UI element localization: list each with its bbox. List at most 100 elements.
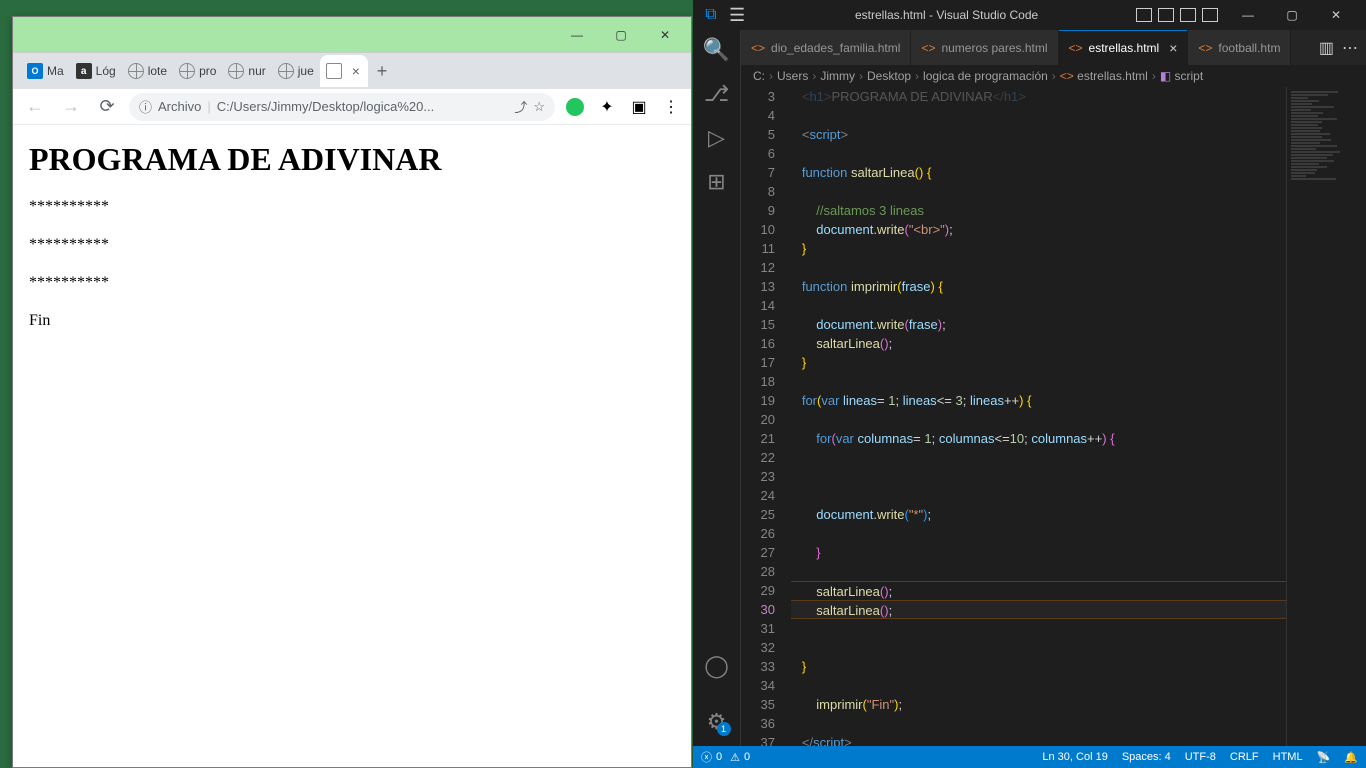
layout-icon[interactable] <box>1136 8 1152 22</box>
fin-text: Fin <box>29 312 675 330</box>
code-editor[interactable]: 3456789101112131415161718192021222324252… <box>741 87 1366 746</box>
browser-tab[interactable]: OMa <box>21 55 70 87</box>
minimize-button[interactable]: — <box>555 19 599 51</box>
search-icon[interactable]: 🔍 <box>705 38 729 62</box>
minimize-button[interactable]: — <box>1226 0 1270 30</box>
encoding[interactable]: UTF-8 <box>1185 751 1216 763</box>
editor-tab[interactable]: <> numeros pares.html <box>911 30 1058 65</box>
close-icon[interactable]: × <box>1169 40 1177 56</box>
address-bar[interactable]: ⓘ Archivo | C:/Users/Jimmy/Desktop/logic… <box>129 93 555 121</box>
browser-tab[interactable]: lote <box>122 55 173 87</box>
tab-label: nur <box>248 64 265 78</box>
share-icon[interactable]: ⤴ <box>514 97 527 116</box>
indentation[interactable]: Spaces: 4 <box>1122 751 1171 763</box>
chrome-menu-icon[interactable]: ⋮ <box>659 95 683 119</box>
chrome-titlebar[interactable]: — ▢ ✕ <box>13 17 691 53</box>
activity-bar: 🔍 ⎇ ▷ ⊞ ◯ ⚙1 <box>693 30 741 746</box>
browser-tab[interactable]: × <box>320 55 368 87</box>
editor-tabs: <>dio_edades_familia.html<>numeros pares… <box>741 30 1366 65</box>
breadcrumb-item[interactable]: <> estrellas.html <box>1060 69 1148 83</box>
layout-controls[interactable] <box>1136 8 1218 22</box>
reload-button[interactable]: ⟳ <box>93 93 121 121</box>
page-content: PROGRAMA DE ADIVINAR ********** ********… <box>13 125 691 767</box>
run-debug-icon[interactable]: ▷ <box>705 126 729 150</box>
stars-row-3: ********** <box>29 274 675 292</box>
browser-tab[interactable]: jue <box>272 55 320 87</box>
back-button[interactable]: ← <box>21 93 49 121</box>
feedback-icon[interactable]: 📡 <box>1317 751 1331 764</box>
breadcrumb-item[interactable]: Jimmy <box>820 69 855 83</box>
breadcrumb-item[interactable]: ◧ script <box>1160 69 1203 83</box>
chrome-tabstrip: OMaaLóg lote pro nur jue × + <box>13 53 691 89</box>
cursor-position[interactable]: Ln 30, Col 19 <box>1042 751 1107 763</box>
language-mode[interactable]: HTML <box>1273 751 1303 763</box>
close-button[interactable]: ✕ <box>643 19 687 51</box>
tab-label: numeros pares.html <box>941 41 1047 55</box>
source-control-icon[interactable]: ⎇ <box>705 82 729 106</box>
breadcrumbs[interactable]: C:›Users›Jimmy›Desktop›logica de program… <box>741 65 1366 87</box>
close-icon[interactable]: × <box>350 63 362 79</box>
minimap[interactable] <box>1286 87 1366 746</box>
vscode-logo-icon: ⧉ <box>701 5 721 25</box>
tab-label: jue <box>298 64 314 78</box>
html-file-icon: <> <box>921 41 935 55</box>
reading-list-icon[interactable]: ▣ <box>627 95 651 119</box>
html-file-icon: <> <box>1069 41 1083 55</box>
breadcrumb-item[interactable]: logica de programación <box>923 69 1048 83</box>
editor-tab[interactable]: <>dio_edades_familia.html <box>741 30 911 65</box>
extensions-icon[interactable]: ✦ <box>595 95 619 119</box>
code-area[interactable]: <h1>PROGRAMA DE ADIVINAR</h1> <script> f… <box>791 87 1286 746</box>
html-file-icon: <> <box>1060 69 1074 83</box>
symbol-icon: ◧ <box>1160 69 1171 83</box>
tab-label: Lóg <box>96 64 116 78</box>
forward-button[interactable]: → <box>57 93 85 121</box>
vscode-titlebar[interactable]: ⧉ ☰ estrellas.html - Visual Studio Code … <box>693 0 1366 30</box>
layout-icon[interactable] <box>1180 8 1196 22</box>
browser-tab[interactable]: aLóg <box>70 55 122 87</box>
stars-row-2: ********** <box>29 236 675 254</box>
breadcrumb-item[interactable]: Users <box>777 69 808 83</box>
tab-label: estrellas.html <box>1089 41 1160 55</box>
tab-label: Ma <box>47 64 64 78</box>
extensions-icon[interactable]: ⊞ <box>705 170 729 194</box>
window-title: estrellas.html - Visual Studio Code <box>757 8 1136 22</box>
chrome-window: — ▢ ✕ OMaaLóg lote pro nur jue × + ← → ⟳ ⓘ Arc… <box>12 16 692 768</box>
chrome-toolbar: ← → ⟳ ⓘ Archivo | C:/Users/Jimmy/Desktop… <box>13 89 691 125</box>
maximize-button[interactable]: ▢ <box>599 19 643 51</box>
editor-tab[interactable]: <> football.htm <box>1188 30 1291 65</box>
breadcrumb-item[interactable]: Desktop <box>867 69 911 83</box>
extension-grammarly[interactable] <box>563 95 587 119</box>
browser-tab[interactable]: nur <box>222 55 271 87</box>
url-prefix: Archivo <box>158 99 201 114</box>
close-button[interactable]: ✕ <box>1314 0 1358 30</box>
layout-icon[interactable] <box>1202 8 1218 22</box>
page-heading: PROGRAMA DE ADIVINAR <box>29 141 675 178</box>
hamburger-menu-icon[interactable]: ☰ <box>729 5 745 26</box>
star-icon[interactable]: ☆ <box>533 99 545 115</box>
line-gutter: 3456789101112131415161718192021222324252… <box>741 87 791 746</box>
breadcrumb-item[interactable]: C: <box>753 69 765 83</box>
info-icon: ⓘ <box>139 97 152 116</box>
stars-row-1: ********** <box>29 198 675 216</box>
browser-tab[interactable]: pro <box>173 55 222 87</box>
tab-label: football.htm <box>1218 41 1280 55</box>
layout-icon[interactable] <box>1158 8 1174 22</box>
notifications-icon[interactable]: 🔔 <box>1344 751 1358 764</box>
tab-label: dio_edades_familia.html <box>771 41 900 55</box>
html-file-icon: <> <box>1198 41 1212 55</box>
url-text: C:/Users/Jimmy/Desktop/logica%20... <box>217 99 434 114</box>
vscode-window: ⧉ ☰ estrellas.html - Visual Studio Code … <box>693 0 1366 768</box>
accounts-icon[interactable]: ◯ <box>705 654 729 678</box>
new-tab-button[interactable]: + <box>368 57 396 85</box>
warnings-indicator[interactable]: ⚠ 0 <box>730 751 750 764</box>
maximize-button[interactable]: ▢ <box>1270 0 1314 30</box>
split-editor-icon[interactable]: ▥ <box>1319 38 1334 58</box>
eol[interactable]: CRLF <box>1230 751 1259 763</box>
status-bar: ⓧ 0 ⚠ 0 Ln 30, Col 19 Spaces: 4 UTF-8 CR… <box>693 746 1366 768</box>
errors-indicator[interactable]: ⓧ 0 <box>701 749 722 765</box>
tab-label: pro <box>199 64 216 78</box>
settings-gear-icon[interactable]: ⚙1 <box>705 710 729 734</box>
tab-label: lote <box>148 64 167 78</box>
more-icon[interactable]: ⋯ <box>1342 38 1358 58</box>
editor-tab[interactable]: <> estrellas.html × <box>1059 30 1189 65</box>
